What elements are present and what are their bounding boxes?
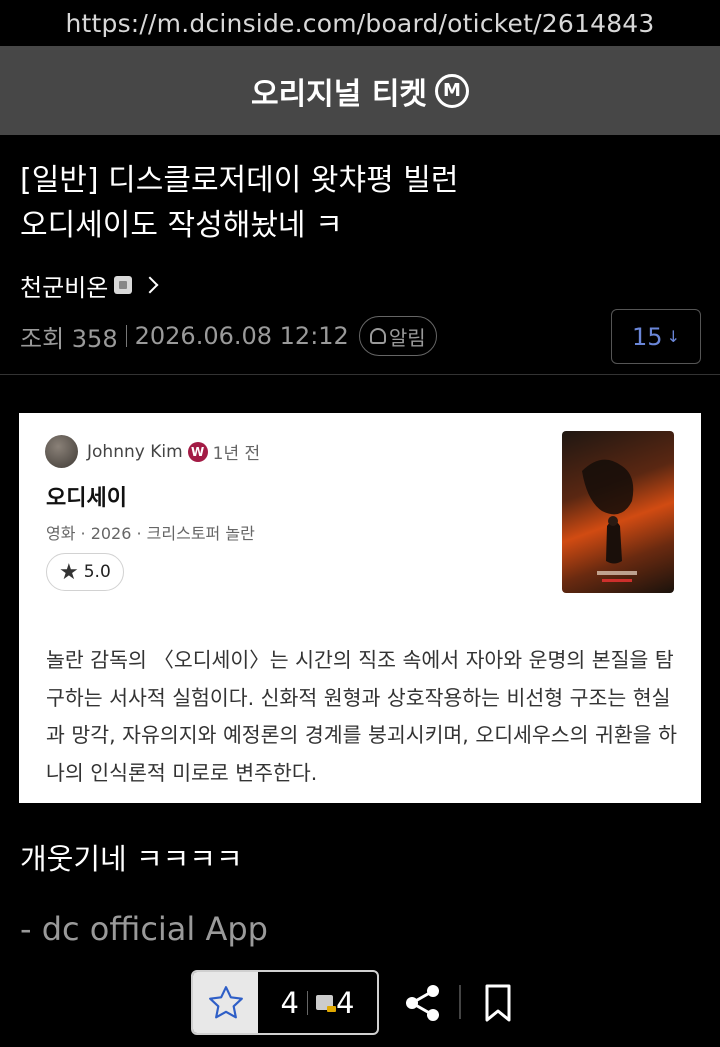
alarm-label: 알림 bbox=[388, 325, 426, 350]
recommend-divider bbox=[307, 990, 308, 1015]
embedded-review-image[interactable]: Johnny Kim W 1년 전 오디세이 영화 · 2026 · 크리스토퍼… bbox=[19, 413, 701, 803]
review-text: 놀란 감독의 〈오디세이〉는 시간의 직조 속에서 자아와 운명의 본질을 탐구… bbox=[46, 648, 677, 785]
board-title[interactable]: 오리지널 티켓 bbox=[251, 69, 427, 113]
verified-badge-icon: W bbox=[187, 441, 208, 462]
avatar bbox=[45, 435, 78, 468]
post-meta: 조회 358 2026.06.08 12:12 알림 bbox=[20, 316, 437, 356]
url-bar[interactable]: https://m.dcinside.com/board/oticket/261… bbox=[0, 0, 720, 46]
bell-icon bbox=[369, 328, 386, 344]
star-icon: ★ bbox=[59, 559, 79, 585]
rating-badge: ★ 5.0 bbox=[46, 553, 124, 591]
chevron-right-icon[interactable] bbox=[141, 276, 159, 294]
action-divider bbox=[459, 985, 461, 1019]
author-name[interactable]: 천군비온 bbox=[20, 268, 108, 303]
board-header: 오리지널 티켓 M bbox=[0, 46, 720, 135]
bookmark-icon[interactable] bbox=[483, 983, 513, 1023]
share-icon[interactable] bbox=[403, 983, 443, 1023]
review-time: 1년 전 bbox=[212, 444, 261, 464]
comment-count: 15 bbox=[632, 322, 663, 351]
author-row[interactable]: 천군비온 bbox=[20, 268, 159, 303]
fixed-nick-icon bbox=[114, 276, 133, 294]
url-text: https://m.dcinside.com/board/oticket/261… bbox=[65, 8, 655, 38]
rating-value: 5.0 bbox=[83, 562, 111, 582]
alarm-button[interactable]: 알림 bbox=[358, 316, 437, 356]
view-count: 조회 358 bbox=[20, 324, 118, 353]
movie-title: 오디세이 bbox=[46, 486, 127, 511]
divider bbox=[0, 374, 720, 375]
recommend-button[interactable] bbox=[193, 972, 258, 1033]
recommend-count: 4 bbox=[280, 985, 299, 1020]
meta-divider bbox=[125, 325, 127, 347]
star-icon bbox=[208, 985, 243, 1018]
post-title: [일반] 디스클로저데이 왓챠평 빌런 오디세이도 작성해놨네 ㅋ bbox=[20, 163, 459, 243]
comment-count-button[interactable]: 15 ↓ bbox=[611, 309, 701, 364]
movie-poster bbox=[562, 431, 674, 593]
arrow-down-icon: ↓ bbox=[666, 327, 680, 346]
fixed-recommend-count: 4 bbox=[336, 985, 355, 1020]
fixed-nick-icon bbox=[316, 995, 336, 1012]
review-author: Johnny Kim W 1년 전 bbox=[45, 435, 260, 468]
recommend-info: 4 4 bbox=[258, 986, 377, 1020]
movie-meta: 영화 · 2026 · 크리스토퍼 놀란 bbox=[46, 524, 255, 543]
post-body-text: 개웃기네 ㅋㅋㅋㅋ bbox=[20, 842, 243, 876]
app-signature: - dc official App bbox=[20, 910, 268, 948]
minor-gallery-mark-icon: M bbox=[435, 73, 470, 108]
review-username: Johnny Kim bbox=[87, 441, 183, 462]
post-datetime: 2026.06.08 12:12 bbox=[134, 322, 349, 350]
recommend-bar: 4 4 bbox=[191, 970, 379, 1035]
